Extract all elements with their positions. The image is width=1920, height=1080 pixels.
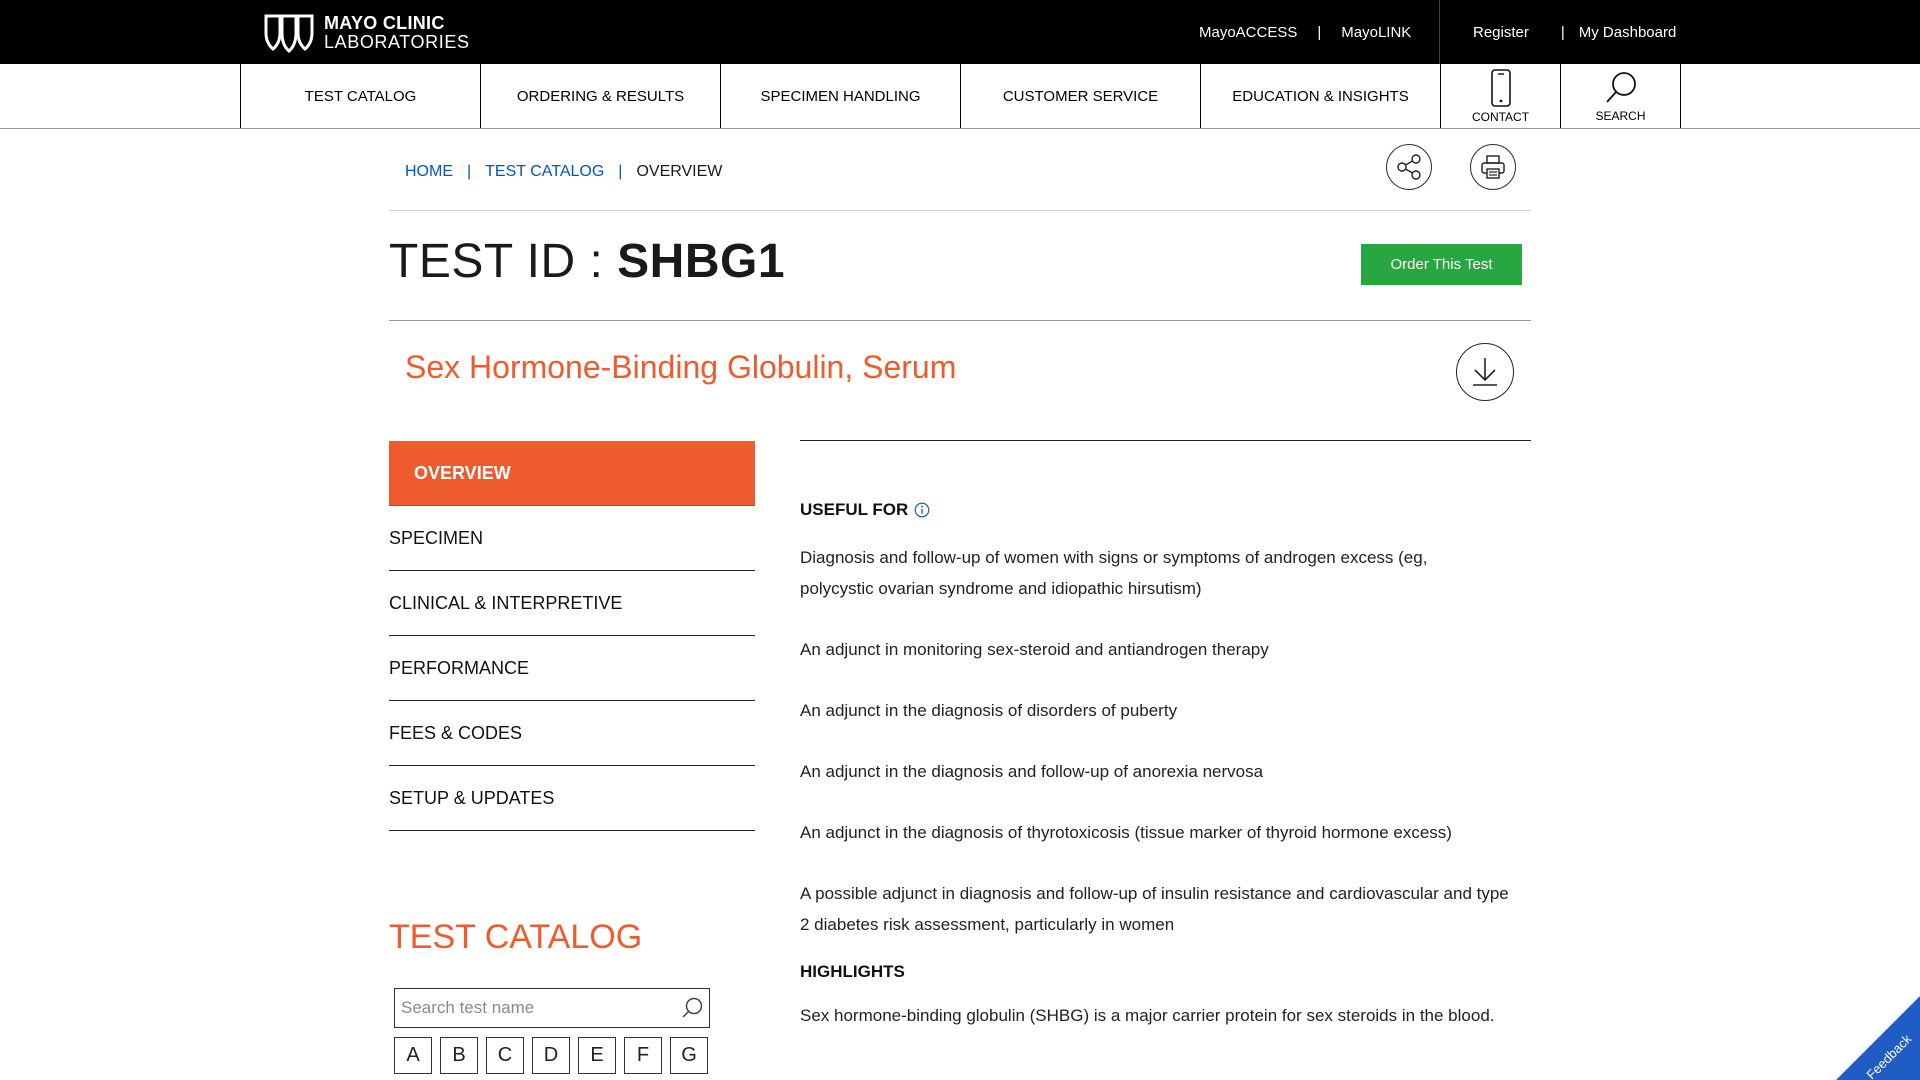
letter-b-button[interactable]: B — [440, 1037, 478, 1074]
register-link[interactable]: Register — [1473, 24, 1529, 41]
nav-test-catalog[interactable]: TEST CATALOG — [241, 64, 481, 128]
test-catalog-title: TEST CATALOG — [389, 918, 643, 956]
useful-for-label: USEFUL FOR — [800, 500, 909, 519]
letter-e-button[interactable]: E — [578, 1037, 616, 1074]
highlights-text: Sex hormone-binding globulin (SHBG) is a… — [800, 1006, 1495, 1025]
title-divider — [389, 320, 1531, 321]
mayolink-link[interactable]: MayoLINK — [1341, 24, 1411, 41]
logo-line1: MAYO CLINIC — [324, 13, 445, 33]
top-links-right: Register | My Dashboard — [1473, 0, 1676, 64]
menu-fees-codes[interactable]: FEES & CODES — [389, 701, 755, 766]
useful-for-item: A possible adjunct in diagnosis and foll… — [800, 884, 1509, 934]
header-divider — [389, 210, 1531, 211]
highlights-heading: HIGHLIGHTS — [800, 962, 1540, 982]
useful-for-item: An adjunct in the diagnosis of thyrotoxi… — [800, 823, 1452, 842]
search-icon — [682, 997, 703, 1018]
top-link-separator: | — [1317, 23, 1322, 41]
menu-overview[interactable]: OVERVIEW — [389, 441, 755, 506]
letter-a-button[interactable]: A — [394, 1037, 432, 1074]
share-icon — [1397, 154, 1421, 180]
section-menu: OVERVIEW SPECIMEN CLINICAL & INTERPRETIV… — [389, 441, 755, 831]
nav-customer-service[interactable]: CUSTOMER SERVICE — [961, 64, 1201, 128]
download-icon — [1473, 358, 1497, 386]
overview-content: USEFUL FOR Diagnosis and follow-up of wo… — [800, 500, 1540, 1031]
share-button[interactable] — [1386, 144, 1432, 190]
top-bar: MAYO CLINIC LABORATORIES MayoACCESS | Ma… — [0, 0, 1920, 64]
useful-for-heading: USEFUL FOR — [800, 500, 1540, 520]
highlights-label: HIGHLIGHTS — [800, 962, 905, 981]
printer-icon — [1481, 155, 1505, 179]
alphabet-filter: A B C D E F G — [394, 1037, 716, 1074]
order-this-test-button[interactable]: Order This Test — [1361, 244, 1522, 285]
letter-f-button[interactable]: F — [624, 1037, 662, 1074]
nav-ordering-results[interactable]: ORDERING & RESULTS — [481, 64, 721, 128]
menu-clinical-interpretive[interactable]: CLINICAL & INTERPRETIVE — [389, 571, 755, 636]
test-id-heading: TEST ID : SHBG1 — [389, 234, 785, 289]
search-submit-button[interactable] — [675, 996, 709, 1020]
nav-contact[interactable]: CONTACT — [1441, 64, 1561, 128]
test-search-input[interactable] — [395, 990, 675, 1026]
breadcrumb: HOME | TEST CATALOG | OVERVIEW — [405, 163, 722, 181]
content-divider — [800, 440, 1531, 441]
shield-logo-icon — [264, 14, 314, 53]
nav-search[interactable]: SEARCH — [1561, 64, 1681, 128]
logo-line2: LABORATORIES — [324, 32, 470, 52]
letter-g-button[interactable]: G — [670, 1037, 708, 1074]
print-button[interactable] — [1470, 144, 1516, 190]
top-divider — [1439, 0, 1440, 64]
top-link-separator: | — [1560, 23, 1565, 41]
download-button[interactable] — [1456, 343, 1514, 401]
useful-for-item: Diagnosis and follow-up of women with si… — [800, 548, 1428, 598]
breadcrumb-separator: | — [467, 163, 472, 180]
test-id-value: SHBG1 — [617, 235, 786, 288]
nav-education-insights[interactable]: EDUCATION & INSIGHTS — [1201, 64, 1441, 128]
menu-setup-updates[interactable]: SETUP & UPDATES — [389, 766, 755, 831]
phone-icon — [1490, 68, 1511, 107]
breadcrumb-separator: | — [618, 163, 623, 180]
test-id-label: TEST ID : — [389, 235, 604, 288]
breadcrumb-home[interactable]: HOME — [405, 163, 453, 181]
feedback-tab[interactable]: Feedback — [1836, 996, 1920, 1080]
nav-contact-label: CONTACT — [1471, 109, 1530, 124]
search-icon — [1605, 71, 1636, 103]
mayo-clinic-logo[interactable]: MAYO CLINIC LABORATORIES — [264, 13, 470, 53]
breadcrumb-current: OVERVIEW — [636, 163, 723, 180]
menu-specimen[interactable]: SPECIMEN — [389, 506, 755, 571]
nav-specimen-handling[interactable]: SPECIMEN HANDLING — [721, 64, 961, 128]
my-dashboard-link[interactable]: My Dashboard — [1579, 24, 1677, 41]
letter-d-button[interactable]: D — [532, 1037, 570, 1074]
top-links-left: MayoACCESS | MayoLINK — [1199, 0, 1411, 64]
test-name: Sex Hormone-Binding Globulin, Serum — [405, 349, 957, 385]
mayoaccess-link[interactable]: MayoACCESS — [1199, 24, 1297, 41]
main-nav: TEST CATALOG ORDERING & RESULTS SPECIMEN… — [0, 64, 1920, 129]
useful-for-item: An adjunct in the diagnosis of disorders… — [800, 701, 1178, 720]
menu-performance[interactable]: PERFORMANCE — [389, 636, 755, 701]
test-search-box — [394, 988, 710, 1028]
nav-search-label: SEARCH — [1595, 108, 1646, 123]
letter-c-button[interactable]: C — [486, 1037, 524, 1074]
info-icon[interactable] — [914, 502, 930, 518]
useful-for-item: An adjunct in the diagnosis and follow-u… — [800, 762, 1264, 781]
breadcrumb-test-catalog[interactable]: TEST CATALOG — [485, 163, 604, 181]
useful-for-item: An adjunct in monitoring sex-steroid and… — [800, 640, 1269, 659]
